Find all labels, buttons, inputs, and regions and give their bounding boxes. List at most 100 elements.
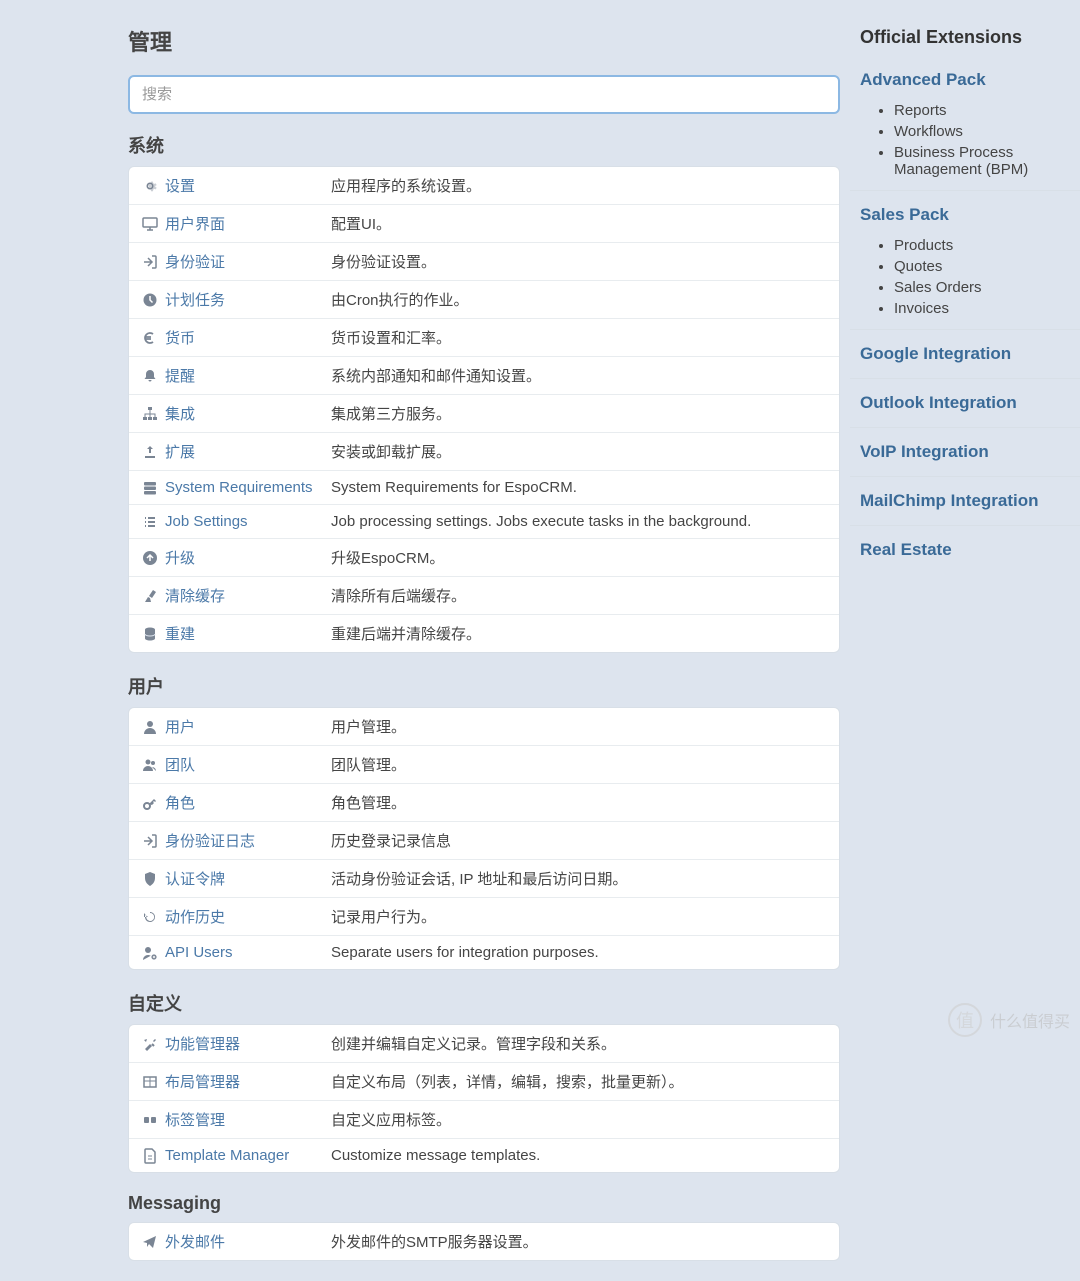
admin-row: 用户界面配置UI。 xyxy=(129,205,839,243)
admin-link[interactable]: 集成 xyxy=(165,406,195,423)
admin-row: 计划任务 由Cron执行的作业。 xyxy=(129,281,839,319)
admin-desc: 外发邮件的SMTP服务器设置。 xyxy=(331,1231,829,1252)
section-panel: 设置 应用程序的系统设置。用户界面配置UI。身份验证 身份验证设置。计划任务 由Cro… xyxy=(128,166,840,653)
extension-link[interactable]: MailChimp Integration xyxy=(850,483,1080,519)
search-input[interactable] xyxy=(142,86,826,103)
admin-link[interactable]: System Requirements xyxy=(165,479,313,496)
admin-desc: 身份验证设置。 xyxy=(331,251,829,272)
admin-desc: 记录用户行为。 xyxy=(331,906,829,927)
extension-link[interactable]: Outlook Integration xyxy=(850,385,1080,421)
admin-desc: System Requirements for EspoCRM. xyxy=(331,479,829,496)
admin-row: API UsersSeparate users for integration … xyxy=(129,936,839,969)
section-title: Messaging xyxy=(128,1193,840,1214)
admin-desc: 安装或卸载扩展。 xyxy=(331,441,829,462)
admin-link[interactable]: 货币 xyxy=(165,330,195,347)
admin-row: 重建 重建后端并清除缓存。 xyxy=(129,615,839,652)
admin-row: Template Manager Customize message templa… xyxy=(129,1139,839,1172)
euro-icon xyxy=(139,330,161,346)
monitor-icon xyxy=(139,216,161,232)
admin-desc: 活动身份验证会话, IP 地址和最后访问日期。 xyxy=(331,868,829,889)
admin-desc: Customize message templates. xyxy=(331,1147,829,1164)
extension-link[interactable]: Sales Pack xyxy=(850,197,1080,233)
extension-feature-item: Workflows xyxy=(894,121,1080,142)
page-title: 管理 xyxy=(128,25,840,57)
tools-icon xyxy=(139,1036,161,1052)
extension-features: ProductsQuotesSales OrdersInvoices xyxy=(850,235,1080,319)
admin-desc: 用户管理。 xyxy=(331,716,829,737)
clock-icon xyxy=(139,292,161,308)
database-icon xyxy=(139,626,161,642)
admin-row: 身份验证 身份验证设置。 xyxy=(129,243,839,281)
tag-icon xyxy=(139,1112,161,1128)
admin-link[interactable]: 清除缓存 xyxy=(165,588,225,605)
login-icon xyxy=(139,833,161,849)
search-box[interactable] xyxy=(128,75,840,114)
admin-row: 团队 团队管理。 xyxy=(129,746,839,784)
section-title: 自定义 xyxy=(128,990,840,1016)
extension-feature-item: Reports xyxy=(894,100,1080,121)
admin-row: 用户 用户管理。 xyxy=(129,708,839,746)
extension-feature-item: Sales Orders xyxy=(894,277,1080,298)
extension-feature-item: Invoices xyxy=(894,298,1080,319)
admin-link[interactable]: API Users xyxy=(165,944,233,961)
admin-desc: 角色管理。 xyxy=(331,792,829,813)
admin-row: 身份验证日志历史登录记录信息 xyxy=(129,822,839,860)
admin-row: 扩展 安装或卸载扩展。 xyxy=(129,433,839,471)
admin-link[interactable]: 身份验证 xyxy=(165,254,225,271)
send-icon xyxy=(139,1234,161,1250)
admin-link[interactable]: 角色 xyxy=(165,795,195,812)
admin-desc: 应用程序的系统设置。 xyxy=(331,175,829,196)
admin-row: 角色 角色管理。 xyxy=(129,784,839,822)
admin-link[interactable]: 外发邮件 xyxy=(165,1234,225,1251)
admin-desc: 重建后端并清除缓存。 xyxy=(331,623,829,644)
sitemap-icon xyxy=(139,406,161,422)
admin-link[interactable]: 计划任务 xyxy=(165,292,225,309)
admin-desc: 清除所有后端缓存。 xyxy=(331,585,829,606)
admin-row: 清除缓存 清除所有后端缓存。 xyxy=(129,577,839,615)
admin-desc: 由Cron执行的作业。 xyxy=(331,289,829,310)
admin-link[interactable]: 提醒 xyxy=(165,368,195,385)
section-panel: 用户 用户管理。团队 团队管理。角色 角色管理。身份验证日志历史登录记录信息认证令牌 活… xyxy=(128,707,840,970)
admin-row: 标签管理 自定义应用标签。 xyxy=(129,1101,839,1139)
admin-link[interactable]: 升级 xyxy=(165,550,195,567)
admin-link[interactable]: Job Settings xyxy=(165,513,248,530)
admin-link[interactable]: 用户 xyxy=(165,719,195,736)
admin-link[interactable]: Template Manager xyxy=(165,1147,289,1164)
admin-desc: 自定义应用标签。 xyxy=(331,1109,829,1130)
admin-link[interactable]: 用户界面 xyxy=(165,216,225,233)
section-title: 用户 xyxy=(128,673,840,699)
user-icon xyxy=(139,719,161,735)
admin-link[interactable]: 身份验证日志 xyxy=(165,833,255,850)
filealt-icon xyxy=(139,1148,161,1164)
admin-link[interactable]: 设置 xyxy=(165,178,195,195)
extension-feature-item: Quotes xyxy=(894,256,1080,277)
arrowup-icon xyxy=(139,550,161,566)
extension-link[interactable]: Google Integration xyxy=(850,336,1080,372)
admin-desc: 升级EspoCRM。 xyxy=(331,547,829,568)
usergear-icon xyxy=(139,945,161,961)
section-panel: 功能管理器创建并编辑自定义记录。管理字段和关系。布局管理器 自定义布局（列表，详情… xyxy=(128,1024,840,1173)
shield-icon xyxy=(139,871,161,887)
bell-icon xyxy=(139,368,161,384)
admin-link[interactable]: 重建 xyxy=(165,626,195,643)
admin-desc: 创建并编辑自定义记录。管理字段和关系。 xyxy=(331,1033,829,1054)
admin-link[interactable]: 布局管理器 xyxy=(165,1074,240,1091)
extension-link[interactable]: VoIP Integration xyxy=(850,434,1080,470)
admin-row: 升级 升级EspoCRM。 xyxy=(129,539,839,577)
admin-desc: 团队管理。 xyxy=(331,754,829,775)
admin-link[interactable]: 团队 xyxy=(165,757,195,774)
extension-feature-item: Business Process Management (BPM) xyxy=(894,142,1080,180)
admin-link[interactable]: 标签管理 xyxy=(165,1112,225,1129)
extension-link[interactable]: Real Estate xyxy=(850,532,1080,568)
extension-link[interactable]: Advanced Pack xyxy=(850,62,1080,98)
table-icon xyxy=(139,1074,161,1090)
extension-feature-item: Products xyxy=(894,235,1080,256)
admin-link[interactable]: 认证令牌 xyxy=(165,871,225,888)
admin-desc: 系统内部通知和邮件通知设置。 xyxy=(331,365,829,386)
history-icon xyxy=(139,909,161,925)
admin-link[interactable]: 动作历史 xyxy=(165,909,225,926)
admin-desc: 自定义布局（列表，详情，编辑，搜索，批量更新）。 xyxy=(331,1071,829,1092)
extensions-title: Official Extensions xyxy=(860,27,1080,48)
admin-row: 功能管理器创建并编辑自定义记录。管理字段和关系。 xyxy=(129,1025,839,1063)
admin-link[interactable]: 扩展 xyxy=(165,444,195,461)
